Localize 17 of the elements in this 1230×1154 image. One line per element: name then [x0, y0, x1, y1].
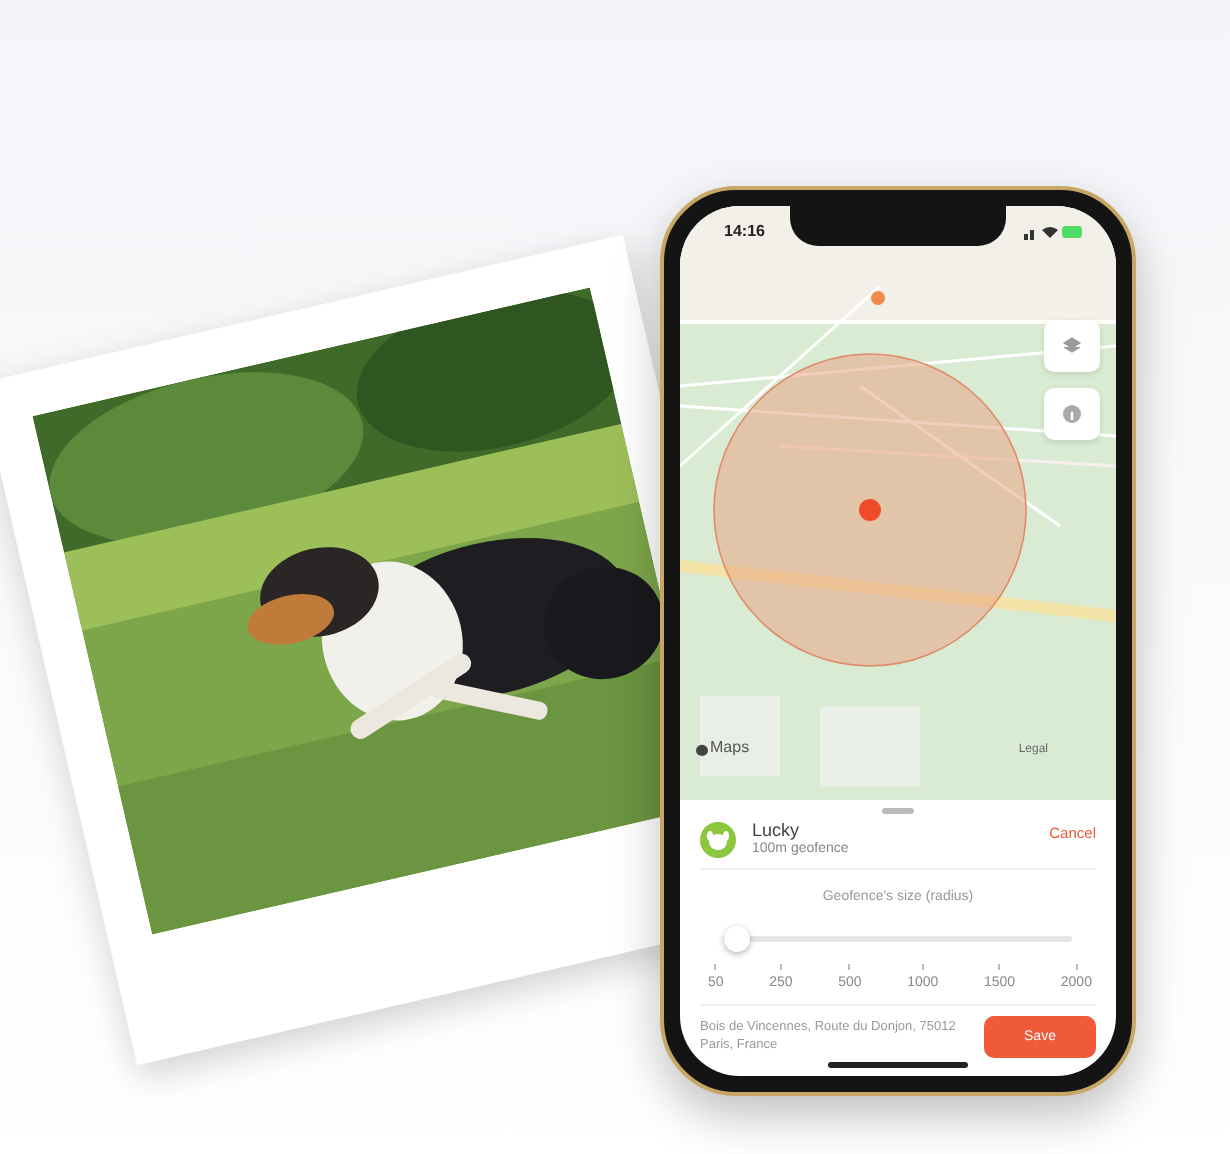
pet-avatar-icon: [700, 822, 736, 858]
slider-thumb[interactable]: [724, 925, 750, 952]
location-dot: [858, 498, 882, 522]
map-area[interactable]: [680, 206, 1116, 800]
status-icons: [1024, 224, 1084, 240]
info-icon: [1062, 404, 1082, 424]
layers-icon: [1062, 336, 1082, 356]
home-indicator: [828, 1062, 968, 1069]
tick-mark: [779, 963, 782, 970]
map-attribution: Maps: [710, 736, 750, 760]
radius-slider[interactable]: [724, 925, 1072, 952]
pet-name: Lucky: [752, 822, 802, 842]
layers-button[interactable]: [1044, 320, 1100, 372]
sheet-handle[interactable]: [882, 808, 914, 814]
tick-mark: [921, 963, 924, 970]
status-time: 14:16: [724, 220, 765, 244]
info-button[interactable]: [1044, 388, 1100, 440]
